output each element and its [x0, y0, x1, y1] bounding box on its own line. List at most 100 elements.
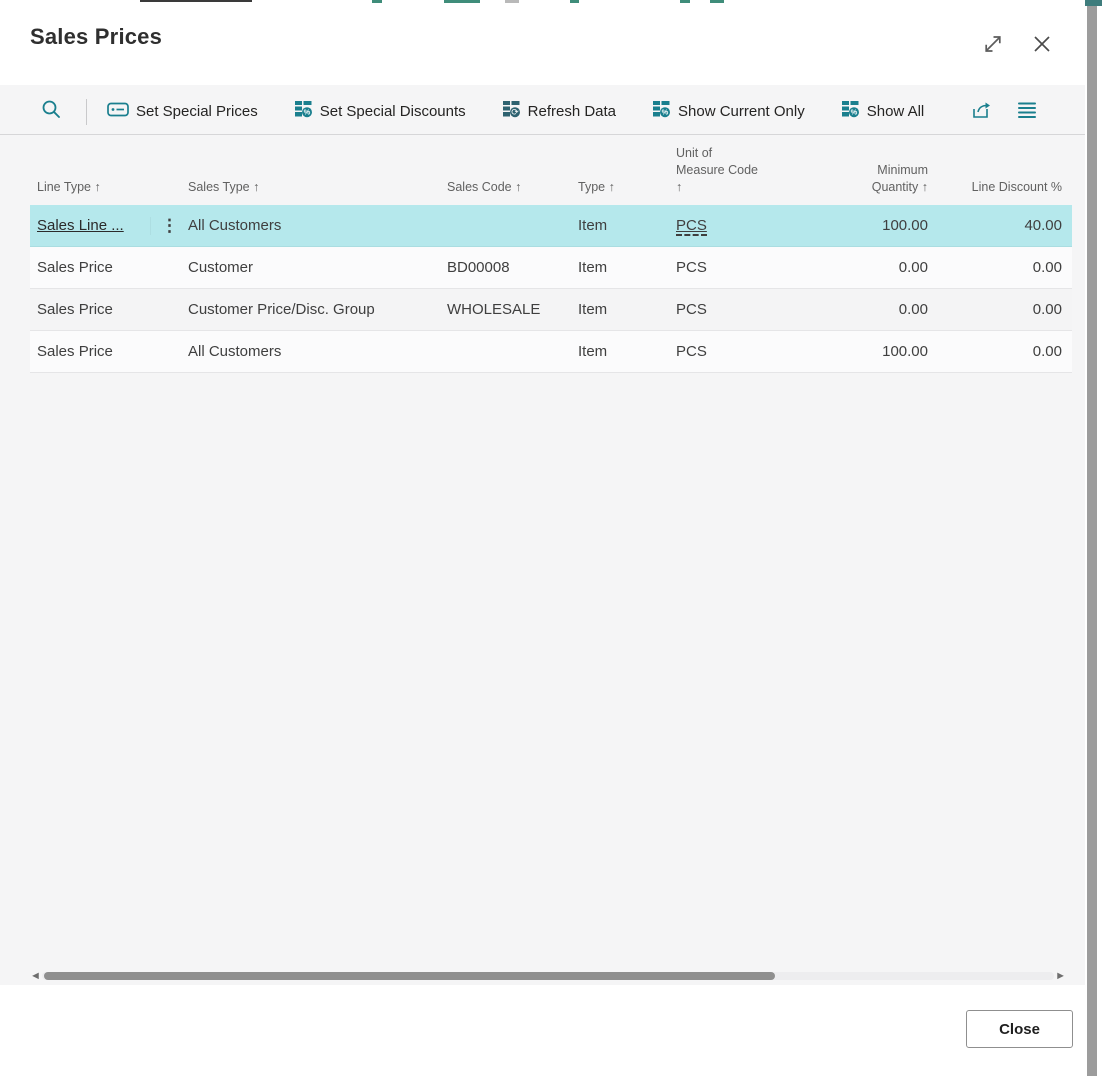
column-header-sales-type[interactable]: Sales Type ↑: [188, 179, 447, 196]
table-refresh-icon: ⟳: [502, 100, 521, 123]
close-button[interactable]: Close: [966, 1010, 1073, 1048]
show-all-button[interactable]: % Show All: [841, 100, 925, 123]
column-header-unit-of-measure[interactable]: Unit of Measure Code ↑: [676, 145, 790, 196]
cell-type: Item: [578, 301, 608, 318]
cell-sales-code: BD00008: [447, 259, 510, 276]
cell-line-type: Sales Price: [37, 343, 113, 360]
search-icon: [40, 98, 62, 125]
cell-unit-of-measure: PCS: [676, 301, 707, 318]
table-percent-icon: %: [652, 100, 671, 123]
column-label: Type ↑: [578, 180, 615, 195]
list-icon: [1017, 101, 1037, 122]
uom-lookup-link[interactable]: PCS: [676, 217, 707, 236]
price-tag-icon: [107, 101, 129, 122]
background-fragment: [505, 0, 519, 3]
sales-prices-table: Line Type ↑ Sales Type ↑ Sales Code ↑ Ty…: [30, 135, 1072, 373]
dialog-titlebar: Sales Prices: [0, 4, 1085, 85]
cell-unit-of-measure: PCS: [676, 217, 790, 236]
expand-dialog-button[interactable]: [975, 28, 1011, 62]
cell-sales-type: All Customers: [188, 343, 282, 360]
refresh-data-button[interactable]: ⟳ Refresh Data: [502, 100, 616, 123]
dialog-content: Set Special Prices % Set Special Discoun…: [0, 85, 1085, 985]
list-options-button[interactable]: [1012, 97, 1042, 127]
sales-prices-dialog: Sales Prices Set Special Prices % Set Sp…: [0, 4, 1085, 1076]
cell-minimum-quantity: 100.00: [882, 343, 928, 360]
cell-sales-type: Customer: [188, 259, 254, 276]
cell-row-menu: ⋮: [150, 216, 188, 235]
svg-text:%: %: [303, 108, 310, 117]
background-fragment: [570, 0, 579, 3]
table-row[interactable]: Sales Line ... ⋮ All Customers Item PCS …: [30, 205, 1072, 247]
background-fragment: [680, 0, 690, 3]
button-label: Show All: [866, 103, 925, 120]
scroll-right-arrow-icon[interactable]: ►: [1055, 970, 1066, 982]
row-menu-button[interactable]: ⋮: [161, 217, 178, 234]
cell-line-discount: 0.00: [1032, 301, 1062, 318]
column-header-sales-code[interactable]: Sales Code ↑: [447, 179, 578, 196]
cell-type: Item: [578, 217, 608, 234]
cell-type: Item: [578, 343, 608, 360]
screen: Sales Prices Set Special Prices % Set Sp…: [0, 0, 1102, 1076]
table-percent-icon: %: [841, 100, 860, 123]
line-type-link[interactable]: Sales Line ...: [37, 217, 124, 234]
search-button[interactable]: [36, 97, 66, 127]
column-label: Line Type ↑: [37, 180, 101, 195]
action-toolbar: Set Special Prices % Set Special Discoun…: [0, 89, 1085, 135]
cell-type: Item: [578, 259, 608, 276]
background-scrollbar-cap: [1085, 0, 1102, 6]
cell-sales-code: WHOLESALE: [447, 301, 541, 318]
table-header-row: Line Type ↑ Sales Type ↑ Sales Code ↑ Ty…: [30, 135, 1072, 205]
column-header-line-discount[interactable]: Line Discount %: [928, 179, 1062, 196]
scroll-left-arrow-icon[interactable]: ◄: [30, 970, 41, 982]
column-label: Sales Code ↑: [447, 180, 522, 195]
background-fragment: [710, 0, 724, 3]
column-label: Minimum Quantity ↑: [871, 163, 928, 195]
scrollbar-thumb[interactable]: [44, 972, 775, 980]
cell-unit-of-measure: PCS: [676, 259, 707, 276]
button-label: Refresh Data: [527, 103, 617, 120]
background-window-scrollbar: [1085, 0, 1102, 1076]
cell-line-type: Sales Price: [37, 301, 113, 318]
svg-text:%: %: [850, 108, 857, 117]
column-header-type[interactable]: Type ↑: [578, 179, 676, 196]
set-special-prices-button[interactable]: Set Special Prices: [107, 101, 258, 122]
svg-text:%: %: [662, 108, 669, 117]
cell-line-discount: 0.00: [1032, 259, 1062, 276]
show-current-only-button[interactable]: % Show Current Only: [652, 100, 805, 123]
expand-icon: [981, 32, 1005, 59]
table-row[interactable]: Sales Price All Customers Item PCS 100.0…: [30, 331, 1072, 373]
table-row[interactable]: Sales Price Customer BD00008 Item PCS 0.…: [30, 247, 1072, 289]
table-row[interactable]: Sales Price Customer Price/Disc. Group W…: [30, 289, 1072, 331]
svg-text:⟳: ⟳: [511, 108, 519, 118]
button-label: Show Current Only: [678, 103, 805, 120]
background-fragment: [372, 0, 382, 3]
cell-line-type: Sales Price: [37, 259, 113, 276]
column-label: Unit of Measure Code ↑: [676, 146, 758, 195]
cell-minimum-quantity: 0.00: [898, 301, 928, 318]
background-fragment: [140, 0, 252, 2]
table-percent-icon: %: [294, 100, 313, 123]
close-icon: [1030, 32, 1054, 59]
cell-minimum-quantity: 0.00: [898, 259, 928, 276]
share-icon: [970, 100, 992, 123]
dialog-footer: Close: [0, 985, 1085, 1076]
cell-line-discount: 0.00: [1032, 343, 1062, 360]
column-header-line-type[interactable]: Line Type ↑: [30, 179, 150, 196]
background-scrollbar-bar[interactable]: [1087, 0, 1097, 1076]
horizontal-scrollbar: ◄ ►: [30, 969, 1066, 983]
set-special-discounts-button[interactable]: % Set Special Discounts: [294, 100, 466, 123]
button-label: Set Special Prices: [136, 103, 258, 120]
column-header-minimum-quantity[interactable]: Minimum Quantity ↑: [790, 162, 928, 196]
cell-sales-type: All Customers: [188, 217, 282, 234]
share-button[interactable]: [966, 97, 996, 127]
column-label: Line Discount %: [971, 180, 1062, 195]
cell-sales-type: Customer Price/Disc. Group: [188, 301, 375, 318]
background-fragment: [444, 0, 480, 3]
page-title: Sales Prices: [30, 24, 163, 49]
close-dialog-button[interactable]: [1024, 28, 1060, 62]
button-label: Set Special Discounts: [319, 103, 466, 120]
cell-minimum-quantity: 100.00: [882, 217, 928, 234]
cell-unit-of-measure: PCS: [676, 343, 707, 360]
column-label: Sales Type ↑: [188, 180, 260, 195]
cell-line-discount: 40.00: [1024, 217, 1062, 234]
